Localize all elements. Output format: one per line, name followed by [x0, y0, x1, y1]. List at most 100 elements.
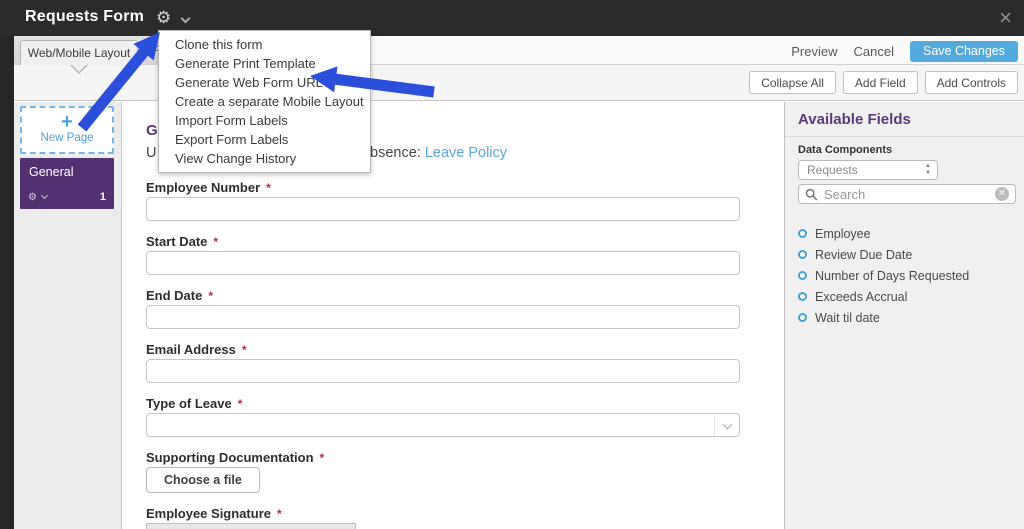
new-page-button[interactable]: + New Page [20, 106, 114, 154]
field-ring-icon [798, 271, 807, 280]
form-field: Email Address * [146, 341, 740, 383]
page-gear-icon[interactable]: ⚙ [28, 192, 37, 203]
search-placeholder: Search [824, 186, 866, 202]
tab-label: Web/Mobile Layout [27, 46, 131, 60]
save-changes-button[interactable]: Save Changes [909, 40, 1018, 62]
menu-item[interactable]: View Change History [159, 149, 370, 168]
field-label: Employee Signature [146, 506, 271, 521]
panel-divider [785, 136, 1024, 137]
collapse-all-button[interactable]: Collapse All [749, 71, 836, 94]
menu-item[interactable]: Generate Print Template [159, 54, 370, 73]
available-field-item[interactable]: Number of Days Requested [798, 265, 1015, 286]
available-field-item[interactable]: Review Due Date [798, 244, 1015, 265]
required-asterisk: * [208, 289, 214, 303]
text-input[interactable] [146, 251, 740, 275]
plus-icon: + [61, 111, 73, 133]
menu-item[interactable]: Generate Web Form URL [159, 73, 370, 92]
field-label-row: Employee Signature * [146, 505, 740, 521]
select-input[interactable] [146, 413, 740, 437]
leave-policy-link[interactable]: Leave Policy [425, 145, 507, 161]
available-fields-title: Available Fields [798, 111, 911, 128]
left-dark-backdrop [0, 36, 14, 529]
required-asterisk: * [266, 181, 271, 195]
data-components-label: Data Components [798, 144, 893, 156]
menu-item[interactable]: Clone this form [159, 35, 370, 54]
required-asterisk: * [213, 235, 219, 249]
toolbar-actions: Collapse All Add Field Add Controls [749, 65, 1018, 100]
page-card-general[interactable]: General ⚙ 1 [20, 158, 114, 209]
field-label-row: Type of Leave * [146, 395, 740, 411]
form-field: Employee Signature * [146, 505, 740, 529]
field-ring-icon [798, 292, 807, 301]
menu-item[interactable]: Create a separate Mobile Layout [159, 92, 370, 111]
field-label-row: Supporting Documentation * [146, 449, 740, 465]
available-field-label: Exceeds Accrual [815, 289, 908, 304]
new-page-label: New Page [40, 132, 94, 144]
pages-sidebar: + New Page General ⚙ 1 [14, 102, 122, 529]
available-field-label: Employee [815, 226, 871, 241]
field-label: Type of Leave [146, 396, 232, 411]
text-input[interactable] [146, 359, 740, 383]
clear-search-icon[interactable]: ✕ [995, 187, 1009, 201]
available-field-item[interactable]: Exceeds Accrual [798, 286, 1015, 307]
required-asterisk: * [237, 397, 243, 411]
page-field-count: 1 [99, 191, 106, 203]
required-asterisk: * [241, 343, 247, 357]
menu-item[interactable]: Import Form Labels [159, 111, 370, 130]
choose-file-button[interactable]: Choose a file [146, 467, 260, 493]
form-editor-window: Requests Form ⚙ × Web/Mobile Layout Pre … [0, 0, 1024, 529]
tab-web-mobile-layout[interactable]: Web/Mobile Layout [20, 40, 138, 74]
field-label-row: End Date * [146, 287, 740, 303]
form-settings-gear-button[interactable]: ⚙ [156, 6, 198, 32]
form-field: End Date * [146, 287, 740, 329]
form-field: Start Date * [146, 233, 740, 275]
available-field-item[interactable]: Employee [798, 223, 1015, 244]
tab-notch-inner [71, 64, 87, 72]
field-label: Employee Number [146, 180, 261, 195]
gear-icon: ⚙ [156, 8, 172, 27]
available-fields-list: Employee Review Due Date Number of Days Re… [798, 223, 1015, 328]
field-label: End Date [146, 288, 203, 303]
field-label: Email Address [146, 342, 236, 357]
window-title: Requests Form [25, 8, 145, 25]
page-chevron-down-icon [40, 191, 49, 200]
gear-menu: Clone this form Generate Print Template Ge… [158, 30, 371, 173]
chevron-down-icon [722, 419, 733, 430]
available-fields-panel: Available Fields Data Components Request… [784, 102, 1024, 529]
required-asterisk: * [276, 507, 282, 521]
field-ring-icon [798, 229, 807, 238]
select-stepper-icon: ▲ ▼ [925, 163, 931, 176]
add-field-button[interactable]: Add Field [842, 71, 918, 94]
available-field-label: Number of Days Requested [815, 268, 970, 283]
menu-item[interactable]: Export Form Labels [159, 130, 370, 149]
text-input[interactable] [146, 197, 740, 221]
preview-button[interactable]: Preview [791, 44, 837, 59]
available-field-label: Wait til date [815, 310, 880, 325]
form-fields: Employee Number * Start Date * End Date * Emai… [146, 179, 740, 529]
description-fragment-left: U [146, 145, 157, 161]
field-search-input[interactable]: Search ✕ [798, 184, 1016, 204]
field-ring-icon [798, 250, 807, 259]
chevron-down-icon [180, 13, 191, 24]
field-label: Supporting Documentation [146, 450, 314, 465]
add-controls-button[interactable]: Add Controls [924, 71, 1018, 94]
close-icon[interactable]: × [999, 4, 1012, 32]
signature-pad[interactable] [146, 523, 356, 529]
cancel-button[interactable]: Cancel [854, 44, 894, 59]
text-input[interactable] [146, 305, 740, 329]
search-icon [805, 188, 818, 201]
form-field: Supporting Documentation * Choose a file [146, 449, 740, 493]
available-field-label: Review Due Date [815, 247, 913, 262]
field-label-row: Start Date * [146, 233, 740, 249]
description-fragment-right: bsence: Leave Policy [370, 145, 508, 161]
data-components-select[interactable]: Requests ▲ ▼ [798, 160, 938, 180]
field-label-row: Employee Number * [146, 179, 740, 195]
header-actions: Preview Cancel Save Changes [791, 36, 1018, 66]
available-field-item[interactable]: Wait til date [798, 307, 1015, 328]
required-asterisk: * [319, 451, 325, 465]
selected-component: Requests [807, 163, 858, 177]
title-bar: Requests Form ⚙ × [0, 0, 1024, 36]
field-label: Start Date [146, 234, 208, 249]
field-ring-icon [798, 313, 807, 322]
form-field: Employee Number * [146, 179, 740, 221]
